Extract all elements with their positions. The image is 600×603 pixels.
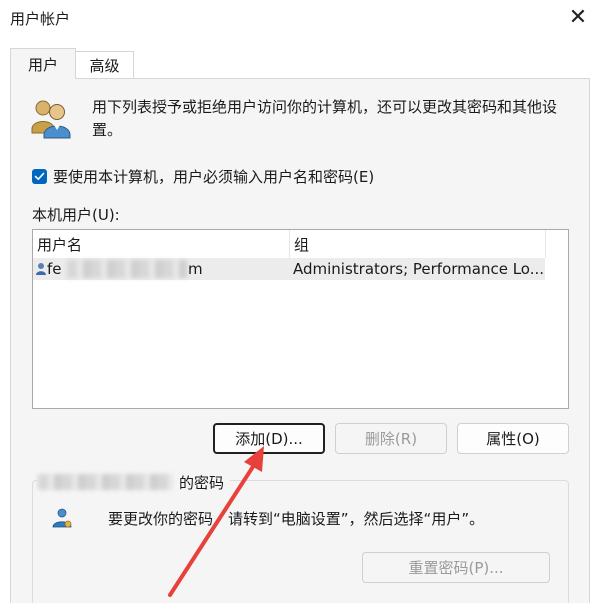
column-divider-end xyxy=(545,230,546,258)
checkmark-icon xyxy=(34,172,45,180)
tab-users[interactable]: 用户 xyxy=(10,48,76,79)
tab-advanced[interactable]: 高级 xyxy=(76,51,134,78)
intro-text: 用下列表授予或拒绝用户访问你的计算机，还可以更改其密码和其他设置。 xyxy=(92,98,558,139)
properties-button[interactable]: 属性(O) xyxy=(457,423,569,454)
require-login-label: 要使用本计算机，用户必须输入用户名和密码(E) xyxy=(53,167,375,186)
window-title: 用户帐户 xyxy=(10,10,71,28)
reset-password-button[interactable]: 重置密码(P)... xyxy=(362,552,550,583)
column-header-group[interactable]: 组 xyxy=(290,230,545,258)
list-header: 用户名 组 xyxy=(33,230,546,259)
username-cell-end: m xyxy=(188,260,203,278)
title-bar: 用户帐户 ✕ xyxy=(0,0,600,38)
local-users-list[interactable]: 用户名 组 fe m Administrators; Performance L… xyxy=(32,229,569,409)
require-login-checkbox-row[interactable]: 要使用本计算机，用户必须输入用户名和密码(E) xyxy=(32,165,374,187)
table-row[interactable]: fe m Administrators; Performance Lo... xyxy=(33,258,545,280)
password-legend-suffix: 的密码 xyxy=(179,473,225,492)
user-key-icon xyxy=(52,508,72,528)
redacted-account-name xyxy=(38,474,173,490)
password-groupbox xyxy=(32,480,569,603)
password-group-legend: 的密码 xyxy=(38,472,231,492)
group-cell: Administrators; Performance Lo... xyxy=(293,260,545,278)
local-users-label: 本机用户(U): xyxy=(32,206,120,224)
add-user-button[interactable]: 添加(D)... xyxy=(213,423,325,454)
column-header-username[interactable]: 用户名 xyxy=(33,230,289,258)
remove-user-button[interactable]: 删除(R) xyxy=(335,423,447,454)
username-cell-start: fe xyxy=(47,260,62,278)
redacted-username xyxy=(67,260,187,278)
users-icon xyxy=(31,100,71,139)
password-message: 要更改你的密码，请转到“电脑设置”，然后选择“用户”。 xyxy=(108,510,485,528)
user-accounts-window: 用户帐户 ✕ 用户 高级 用下列表授予或拒绝用户访问你的计算机，还可以更改其密码… xyxy=(0,0,600,603)
require-login-checkbox[interactable] xyxy=(32,168,47,184)
close-icon[interactable]: ✕ xyxy=(564,4,592,32)
user-small-icon xyxy=(36,263,46,275)
